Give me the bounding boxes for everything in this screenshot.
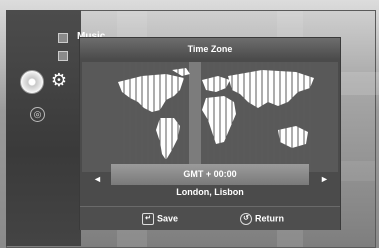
menu-highlight (340, 72, 379, 95)
music-icon (58, 33, 68, 43)
return-icon: ↺ (240, 213, 252, 225)
continent-asia (228, 70, 314, 108)
settings-menu (6, 10, 81, 246)
save-label: Save (157, 213, 179, 224)
continent-north-america (118, 74, 184, 112)
save-icon: ↵ (142, 213, 154, 225)
disc-icon[interactable] (20, 70, 44, 94)
previous-zone-arrow[interactable]: ◄ (93, 174, 102, 184)
continent-greenland (172, 68, 190, 76)
photo-icon (58, 51, 68, 61)
return-button[interactable]: ↺ Return (240, 213, 284, 225)
gmt-offset-field[interactable]: GMT + 00:00 (111, 164, 309, 185)
world-map (82, 62, 338, 172)
dialog-footer: ↵ Save ↺ Return (80, 206, 340, 230)
continent-africa (202, 96, 236, 144)
time-zone-city: London, Lisbon (176, 187, 244, 197)
time-zone-dialog: Time Zone ◄ GMT + 00:00 ► London, Lisbon… (79, 37, 341, 230)
globe-icon[interactable]: ◎ (30, 107, 45, 122)
save-button[interactable]: ↵ Save (142, 213, 178, 225)
return-label: Return (255, 213, 284, 224)
dialog-title: Time Zone (80, 38, 340, 60)
next-zone-arrow[interactable]: ► (320, 174, 329, 184)
world-map-svg (82, 62, 314, 172)
gear-icon[interactable]: ⚙ (50, 71, 68, 89)
